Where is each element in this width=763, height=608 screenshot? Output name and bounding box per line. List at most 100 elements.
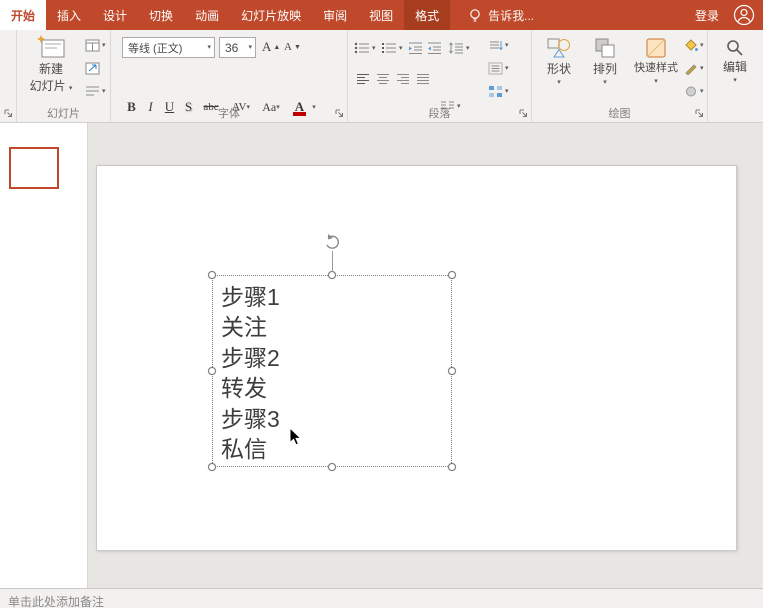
ribbon: 新建 幻灯片 ▾ ▾ ▾ 幻灯片 等线 (正文) ▾ 36 xyxy=(0,30,763,123)
selection-handle-bottom-left[interactable] xyxy=(208,463,216,471)
tab-review[interactable]: 审阅 xyxy=(312,0,358,30)
selection-handle-top-middle[interactable] xyxy=(328,271,336,279)
tab-format-contextual[interactable]: 格式 xyxy=(404,0,450,30)
align-right-button[interactable] xyxy=(394,68,412,90)
chevron-down-icon: ▾ xyxy=(505,88,509,95)
align-text-button[interactable]: ▾ xyxy=(488,58,509,78)
text-line[interactable]: 步骤3 xyxy=(221,404,280,434)
selection-handle-bottom-right[interactable] xyxy=(448,463,456,471)
notes-placeholder[interactable]: 单击此处添加备注 xyxy=(8,595,104,608)
text-box-content[interactable]: 步骤1 关注 步骤2 转发 步骤3 私信 xyxy=(221,282,280,464)
justify-button[interactable] xyxy=(414,68,432,90)
chevron-down-icon: ▾ xyxy=(505,42,509,49)
arrange-icon xyxy=(593,36,617,60)
tell-me-box[interactable]: 告诉我... xyxy=(458,0,544,30)
tell-me-label: 告诉我... xyxy=(488,7,534,24)
group-font: 等线 (正文) ▾ 36 ▾ A▲ A▼ B I U S abc AV ▾ xyxy=(111,30,348,122)
shape-fill-button[interactable]: ▾ xyxy=(684,35,704,55)
chevron-down-icon: ▾ xyxy=(700,88,704,95)
shape-effects-button[interactable]: ▾ xyxy=(684,81,704,101)
shrink-font-button[interactable]: A▼ xyxy=(284,37,301,57)
text-line[interactable]: 私信 xyxy=(221,434,280,464)
tab-view[interactable]: 视图 xyxy=(358,0,404,30)
down-arrow-icon: ▼ xyxy=(294,44,301,51)
grow-font-glyph: A xyxy=(262,39,271,55)
shape-outline-button[interactable]: ▾ xyxy=(684,58,704,78)
slide-thumbnail-1[interactable] xyxy=(9,147,59,189)
new-slide-button[interactable]: 新建 幻灯片 ▾ xyxy=(20,34,82,94)
selection-handle-bottom-middle[interactable] xyxy=(328,463,336,471)
align-left-button[interactable] xyxy=(354,68,372,90)
font-size-combobox[interactable]: 36 ▾ xyxy=(219,37,256,58)
chevron-down-icon: ▾ xyxy=(654,78,658,85)
selection-handle-top-left[interactable] xyxy=(208,271,216,279)
chevron-down-icon: ▾ xyxy=(102,88,106,95)
chevron-down-icon: ▾ xyxy=(399,45,403,52)
group-drawing: 形状 ▾ 排列 ▾ xyxy=(532,30,708,122)
lightbulb-icon xyxy=(468,8,482,23)
font-name-value: 等线 (正文) xyxy=(128,40,182,56)
convert-to-smartart-button[interactable]: ▾ xyxy=(488,81,509,101)
slide-thumbnail-panel xyxy=(0,123,88,588)
group-clipboard-partial xyxy=(0,30,17,122)
group-editing: 编辑 ▾ xyxy=(708,30,763,122)
bullets-button[interactable]: ▾ xyxy=(354,38,376,58)
text-line[interactable]: 关注 xyxy=(221,312,280,342)
notes-pane[interactable]: 单击此处添加备注 xyxy=(0,588,763,608)
text-line[interactable]: 步骤2 xyxy=(221,343,280,373)
increase-indent-button[interactable] xyxy=(427,38,442,58)
font-name-combobox[interactable]: 等线 (正文) ▾ xyxy=(122,37,215,58)
selection-handle-top-right[interactable] xyxy=(448,271,456,279)
chevron-down-icon: ▾ xyxy=(557,79,561,86)
tab-insert[interactable]: 插入 xyxy=(46,0,92,30)
tab-slideshow[interactable]: 幻灯片放映 xyxy=(230,0,312,30)
quick-styles-label: 快速样式 xyxy=(634,62,678,76)
group-label-paragraph: 段落 xyxy=(348,105,531,121)
group-label-drawing: 绘图 xyxy=(532,105,707,121)
chevron-down-icon: ▾ xyxy=(248,44,252,51)
chevron-down-icon: ▾ xyxy=(700,42,704,49)
group-paragraph: ▾ ▾ ▾ xyxy=(348,30,532,122)
text-direction-button[interactable]: ▾ xyxy=(488,35,509,55)
tab-transitions[interactable]: 切换 xyxy=(138,0,184,30)
ribbon-tab-bar: 开始 插入 设计 切换 动画 幻灯片放映 审阅 视图 格式 告诉我... 登录 xyxy=(0,0,763,30)
group-slides: 新建 幻灯片 ▾ ▾ ▾ 幻灯片 xyxy=(17,30,111,122)
tab-animations[interactable]: 动画 xyxy=(184,0,230,30)
shapes-button[interactable]: 形状 ▾ xyxy=(538,36,580,86)
slide-canvas[interactable]: 步骤1 关注 步骤2 转发 步骤3 私信 xyxy=(96,165,737,551)
sign-in-button[interactable]: 登录 xyxy=(681,0,733,30)
shrink-font-glyph: A xyxy=(284,41,292,53)
selection-handle-middle-left[interactable] xyxy=(208,367,216,375)
clipboard-dialog-launcher-icon[interactable] xyxy=(3,108,14,119)
font-size-value: 36 xyxy=(225,41,238,55)
quick-styles-button[interactable]: 快速样式 ▾ xyxy=(630,36,682,85)
up-arrow-icon: ▲ xyxy=(273,44,280,51)
decrease-indent-button[interactable] xyxy=(408,38,423,58)
new-slide-label-line2: 幻灯片 xyxy=(30,79,66,93)
arrange-button[interactable]: 排列 ▾ xyxy=(584,36,626,86)
line-spacing-button[interactable]: ▾ xyxy=(448,38,470,58)
align-center-button[interactable] xyxy=(374,68,392,90)
reset-slide-button[interactable] xyxy=(85,58,100,78)
tab-home[interactable]: 开始 xyxy=(0,0,46,30)
chevron-down-icon: ▾ xyxy=(505,65,509,72)
editing-label: 编辑 xyxy=(723,60,747,75)
chevron-down-icon: ▾ xyxy=(700,65,704,72)
section-button[interactable]: ▾ xyxy=(85,81,106,101)
selection-handle-middle-right[interactable] xyxy=(448,367,456,375)
chevron-down-icon: ▾ xyxy=(733,77,737,84)
numbering-button[interactable]: ▾ xyxy=(381,38,403,58)
layout-button[interactable]: ▾ xyxy=(85,35,106,55)
powerpoint-window: 开始 插入 设计 切换 动画 幻灯片放映 审阅 视图 格式 告诉我... 登录 xyxy=(0,0,763,608)
new-slide-icon xyxy=(36,34,66,60)
editing-button[interactable]: 编辑 ▾ xyxy=(714,38,756,84)
account-icon[interactable] xyxy=(733,0,763,30)
quick-styles-icon xyxy=(644,36,668,60)
shapes-label: 形状 xyxy=(547,62,571,77)
text-line[interactable]: 转发 xyxy=(221,373,280,403)
grow-font-button[interactable]: A▲ xyxy=(262,37,280,57)
selected-text-box[interactable]: 步骤1 关注 步骤2 转发 步骤3 私信 xyxy=(212,275,452,467)
rotation-handle-icon[interactable] xyxy=(323,233,341,251)
text-line[interactable]: 步骤1 xyxy=(221,282,280,312)
tab-design[interactable]: 设计 xyxy=(92,0,138,30)
